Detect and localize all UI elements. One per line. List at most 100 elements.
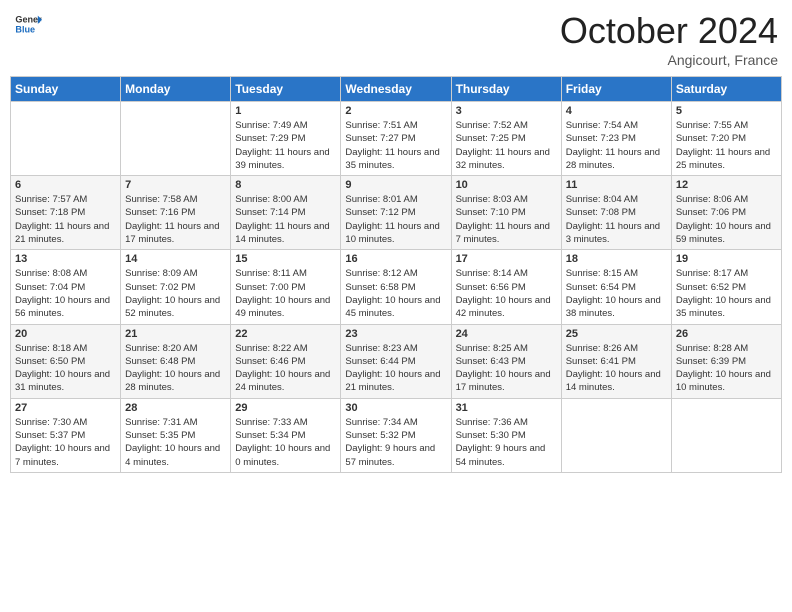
calendar-cell: 24 Sunrise: 8:25 AMSunset: 6:43 PMDayligh… [451,324,561,398]
day-number: 7 [125,179,226,191]
calendar-cell: 21Sunrise: 8:20 AMSunset: 6:48 PMDayligh… [121,324,231,398]
calendar-cell: 7Sunrise: 7:58 AMSunset: 7:16 PMDaylight… [121,176,231,250]
day-number: 19 [676,253,777,265]
day-number: 25 [566,328,667,340]
day-number: 13 [15,253,116,265]
calendar-cell [561,398,671,472]
calendar-cell: 8 Sunrise: 8:00 AMSunset: 7:14 PMDaylight… [231,176,341,250]
day-info: Sunrise: 7:31 AMSunset: 5:35 PMDaylight:… [125,416,226,469]
calendar-week-row: 6 Sunrise: 7:57 AMSunset: 7:18 PMDaylight… [11,176,782,250]
day-number: 15 [235,253,336,265]
logo-icon: General Blue [14,10,42,38]
day-number: 28 [125,402,226,414]
day-of-week-header: Tuesday [231,77,341,102]
day-number: 14 [125,253,226,265]
day-info: Sunrise: 8:12 AMSunset: 6:58 PMDaylight:… [345,267,446,320]
day-info: Sunrise: 7:36 AMSunset: 5:30 PMDaylight:… [456,416,557,469]
calendar-header-row: SundayMondayTuesdayWednesdayThursdayFrid… [11,77,782,102]
day-info: Sunrise: 7:57 AMSunset: 7:18 PMDaylight:… [15,193,116,246]
day-number: 16 [345,253,446,265]
day-number: 5 [676,105,777,117]
day-info: Sunrise: 8:04 AMSunset: 7:08 PMDaylight:… [566,193,667,246]
day-number: 11 [566,179,667,191]
day-info: Sunrise: 7:54 AMSunset: 7:23 PMDaylight:… [566,119,667,172]
day-info: Sunrise: 8:17 AMSunset: 6:52 PMDaylight:… [676,267,777,320]
day-number: 3 [456,105,557,117]
day-info: Sunrise: 8:09 AMSunset: 7:02 PMDaylight:… [125,267,226,320]
day-info: Sunrise: 7:34 AMSunset: 5:32 PMDaylight:… [345,416,446,469]
day-info: Sunrise: 8:08 AMSunset: 7:04 PMDaylight:… [15,267,116,320]
calendar-cell [11,102,121,176]
calendar-cell [121,102,231,176]
day-of-week-header: Sunday [11,77,121,102]
calendar-cell: 3 Sunrise: 7:52 AMSunset: 7:25 PMDaylight… [451,102,561,176]
calendar-cell: 27 Sunrise: 7:30 AMSunset: 5:37 PMDayligh… [11,398,121,472]
day-of-week-header: Thursday [451,77,561,102]
day-info: Sunrise: 8:26 AMSunset: 6:41 PMDaylight:… [566,342,667,395]
day-of-week-header: Wednesday [341,77,451,102]
svg-text:Blue: Blue [15,24,35,34]
calendar-cell: 13 Sunrise: 8:08 AMSunset: 7:04 PMDayligh… [11,250,121,324]
day-info: Sunrise: 7:30 AMSunset: 5:37 PMDaylight:… [15,416,116,469]
calendar-cell: 23Sunrise: 8:23 AMSunset: 6:44 PMDayligh… [341,324,451,398]
calendar-cell: 17 Sunrise: 8:14 AMSunset: 6:56 PMDayligh… [451,250,561,324]
day-info: Sunrise: 7:33 AMSunset: 5:34 PMDaylight:… [235,416,336,469]
day-info: Sunrise: 8:06 AMSunset: 7:06 PMDaylight:… [676,193,777,246]
location: Angicourt, France [560,52,778,68]
calendar-cell: 11 Sunrise: 8:04 AMSunset: 7:08 PMDayligh… [561,176,671,250]
calendar-cell: 12 Sunrise: 8:06 AMSunset: 7:06 PMDayligh… [671,176,781,250]
day-info: Sunrise: 8:03 AMSunset: 7:10 PMDaylight:… [456,193,557,246]
day-number: 23 [345,328,446,340]
calendar-cell: 1Sunrise: 7:49 AMSunset: 7:29 PMDaylight… [231,102,341,176]
day-of-week-header: Friday [561,77,671,102]
calendar-cell: 14 Sunrise: 8:09 AMSunset: 7:02 PMDayligh… [121,250,231,324]
calendar-cell: 22 Sunrise: 8:22 AMSunset: 6:46 PMDayligh… [231,324,341,398]
day-number: 29 [235,402,336,414]
day-number: 20 [15,328,116,340]
day-number: 30 [345,402,446,414]
day-info: Sunrise: 8:28 AMSunset: 6:39 PMDaylight:… [676,342,777,395]
day-number: 8 [235,179,336,191]
day-number: 18 [566,253,667,265]
day-number: 27 [15,402,116,414]
page-header: General Blue October 2024 Angicourt, Fra… [10,10,782,68]
calendar-cell: 2Sunrise: 7:51 AMSunset: 7:27 PMDaylight… [341,102,451,176]
day-info: Sunrise: 8:22 AMSunset: 6:46 PMDaylight:… [235,342,336,395]
calendar-week-row: 1Sunrise: 7:49 AMSunset: 7:29 PMDaylight… [11,102,782,176]
calendar-cell: 5 Sunrise: 7:55 AMSunset: 7:20 PMDaylight… [671,102,781,176]
day-number: 17 [456,253,557,265]
day-info: Sunrise: 8:00 AMSunset: 7:14 PMDaylight:… [235,193,336,246]
day-number: 22 [235,328,336,340]
day-number: 10 [456,179,557,191]
day-info: Sunrise: 7:49 AMSunset: 7:29 PMDaylight:… [235,119,336,172]
calendar-cell: 29 Sunrise: 7:33 AMSunset: 5:34 PMDayligh… [231,398,341,472]
day-info: Sunrise: 8:11 AMSunset: 7:00 PMDaylight:… [235,267,336,320]
calendar-cell: 18 Sunrise: 8:15 AMSunset: 6:54 PMDayligh… [561,250,671,324]
day-info: Sunrise: 8:14 AMSunset: 6:56 PMDaylight:… [456,267,557,320]
day-number: 6 [15,179,116,191]
calendar-cell: 26Sunrise: 8:28 AMSunset: 6:39 PMDayligh… [671,324,781,398]
calendar-cell: 9 Sunrise: 8:01 AMSunset: 7:12 PMDaylight… [341,176,451,250]
month-title: October 2024 [560,10,778,52]
calendar-cell: 19 Sunrise: 8:17 AMSunset: 6:52 PMDayligh… [671,250,781,324]
calendar-week-row: 27 Sunrise: 7:30 AMSunset: 5:37 PMDayligh… [11,398,782,472]
day-info: Sunrise: 8:18 AMSunset: 6:50 PMDaylight:… [15,342,116,395]
calendar-cell: 15 Sunrise: 8:11 AMSunset: 7:00 PMDayligh… [231,250,341,324]
logo: General Blue [14,10,42,38]
day-info: Sunrise: 8:20 AMSunset: 6:48 PMDaylight:… [125,342,226,395]
day-info: Sunrise: 8:15 AMSunset: 6:54 PMDaylight:… [566,267,667,320]
day-number: 9 [345,179,446,191]
calendar-cell: 20 Sunrise: 8:18 AMSunset: 6:50 PMDayligh… [11,324,121,398]
day-info: Sunrise: 7:52 AMSunset: 7:25 PMDaylight:… [456,119,557,172]
day-number: 24 [456,328,557,340]
day-info: Sunrise: 8:01 AMSunset: 7:12 PMDaylight:… [345,193,446,246]
day-number: 2 [345,105,446,117]
day-info: Sunrise: 7:55 AMSunset: 7:20 PMDaylight:… [676,119,777,172]
calendar-cell: 30 Sunrise: 7:34 AMSunset: 5:32 PMDayligh… [341,398,451,472]
calendar-table: SundayMondayTuesdayWednesdayThursdayFrid… [10,76,782,473]
day-info: Sunrise: 8:25 AMSunset: 6:43 PMDaylight:… [456,342,557,395]
calendar-cell: 31Sunrise: 7:36 AMSunset: 5:30 PMDayligh… [451,398,561,472]
calendar-cell: 16 Sunrise: 8:12 AMSunset: 6:58 PMDayligh… [341,250,451,324]
calendar-week-row: 20 Sunrise: 8:18 AMSunset: 6:50 PMDayligh… [11,324,782,398]
day-number: 12 [676,179,777,191]
